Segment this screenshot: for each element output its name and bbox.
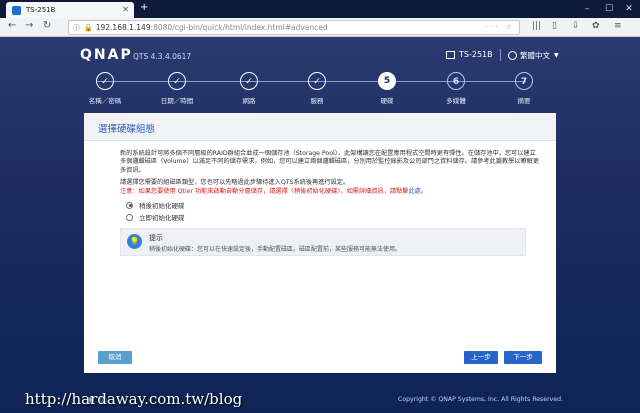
radio-selected-icon[interactable]: [126, 201, 133, 209]
copyright: Copyright © QNAP Systems, Inc. All Right…: [398, 396, 563, 403]
lightbulb-icon: 💡: [127, 234, 142, 249]
maximize-icon[interactable]: ☐: [598, 0, 620, 18]
downloads-icon[interactable]: ⇩: [572, 21, 580, 31]
option-now-label: 立即初始化硬碟: [139, 214, 185, 222]
device-model: TS-251B: [446, 50, 493, 59]
step-1-label: 名稱／密碼: [88, 97, 122, 105]
nas-device-icon: [446, 50, 455, 59]
option-initialize-now[interactable]: 立即初始化硬碟: [126, 212, 185, 222]
panel-title: 選擇硬碟組態: [98, 124, 156, 135]
new-tab-button[interactable]: +: [140, 2, 148, 13]
page-actions-icon[interactable]: ··· ☆: [485, 23, 515, 31]
wizard-panel: 選擇硬碟組態 新的系統設計可將多個不同層級的RAID群組合並成一個儲存池（Sto…: [84, 113, 556, 373]
language-selector[interactable]: 繁體中文 ▼: [508, 50, 559, 61]
tip-title: 提示: [149, 234, 163, 242]
library-icon[interactable]: |||: [532, 21, 541, 31]
step-2: ✓: [168, 72, 186, 90]
step-6: 6: [447, 72, 465, 90]
close-tab-icon[interactable]: ✕: [122, 5, 129, 14]
qtier-note: 注意：如果您要使用 Qtier 功能來啟動自動分層儲存，請選擇〈稍後初始化硬碟〉…: [120, 186, 540, 195]
storage-description: 新的系統設計可將多個不同層級的RAID群組合並成一個儲存池（Storage Po…: [120, 150, 540, 174]
option-initialize-later[interactable]: 稍後初始化硬碟: [126, 200, 185, 210]
forward-icon[interactable]: →: [25, 20, 33, 31]
step-5: 5: [378, 72, 396, 90]
extension-icon[interactable]: ✿: [592, 21, 600, 31]
step-2-label: 日期／時間: [160, 97, 194, 105]
step-3: ✓: [240, 72, 258, 90]
device-model-label: TS-251B: [459, 50, 493, 59]
radio-unselected-icon[interactable]: [126, 213, 133, 221]
qnap-favicon-icon: [12, 5, 21, 15]
previous-button[interactable]: 上一步: [464, 351, 498, 364]
browser-nav-bar: ← → ↻ ⓘ 🔓 192.168.1.149 :8080/cgi-bin/qu…: [0, 18, 640, 37]
tip-box: 💡 提示 稍後初始化硬碟：您可以在快速設定後，手動配置磁區。磁區配置前，某些服務…: [120, 228, 526, 256]
url-host: 192.168.1.149: [95, 23, 151, 32]
header-divider: [500, 49, 501, 61]
step-4: ✓: [308, 72, 326, 90]
window-close-icon[interactable]: ✕: [618, 0, 640, 18]
browser-tab-title: TS-251B: [26, 6, 56, 14]
note-text: 注意：如果您要使用 Qtier 功能來啟動自動分層儲存，請選擇〈稍後初始化硬碟〉…: [120, 188, 409, 195]
cancel-button[interactable]: 取消: [98, 351, 132, 364]
step-4-label: 服務: [310, 97, 324, 105]
note-end: 。: [420, 188, 428, 195]
info-icon[interactable]: ⓘ: [73, 23, 80, 33]
option-later-label: 稍後初始化硬碟: [139, 202, 185, 210]
url-path: :8080/cgi-bin/quick/html/index.html#adva…: [150, 23, 328, 32]
step-7-label: 摘要: [517, 97, 531, 105]
address-bar[interactable]: ⓘ 🔓 192.168.1.149 :8080/cgi-bin/quick/ht…: [68, 20, 520, 35]
panel-header: 選擇硬碟組態: [84, 113, 556, 141]
back-icon[interactable]: ←: [8, 20, 16, 31]
next-button[interactable]: 下一步: [504, 351, 542, 364]
step-7: 7: [515, 72, 533, 90]
menu-icon[interactable]: ≡: [614, 21, 622, 31]
browser-tab-bar: TS-251B ✕ + – ☐ ✕: [0, 0, 640, 18]
qts-setup-app: QNAP QTS 4.3.4.0617 TS-251B 繁體中文 ▼ ✓ 名稱／…: [0, 37, 640, 413]
language-label: 繁體中文: [520, 51, 550, 60]
step-6-label: 多媒體: [446, 97, 466, 105]
step-5-label: 硬碟: [380, 97, 394, 105]
tip-text: 稍後初始化硬碟：您可以在快速設定後，手動配置磁區。磁區配置前，某些服務可能無法使…: [149, 246, 402, 253]
reload-icon[interactable]: ↻: [43, 20, 51, 31]
note-link[interactable]: 此處: [408, 188, 420, 195]
insecure-lock-icon[interactable]: 🔓: [84, 24, 93, 32]
step-1: ✓: [96, 72, 114, 90]
selection-prompt: 請選擇您需要的組磁區類型，您也可以先略過此步驟待進入QTS系統後再進行設定。: [120, 179, 350, 186]
globe-icon: [508, 51, 517, 60]
browser-tab[interactable]: TS-251B ✕: [6, 2, 134, 18]
minimize-icon[interactable]: –: [576, 0, 598, 18]
qts-version: QTS 4.3.4.0617: [133, 52, 192, 61]
qnap-logo: QNAP: [80, 47, 133, 63]
sidebar-icon[interactable]: ▯: [552, 21, 557, 31]
step-3-label: 網路: [242, 97, 256, 105]
caret-down-icon: ▼: [554, 52, 559, 59]
blog-watermark: http://hardaway.com.tw/blog: [25, 390, 243, 408]
